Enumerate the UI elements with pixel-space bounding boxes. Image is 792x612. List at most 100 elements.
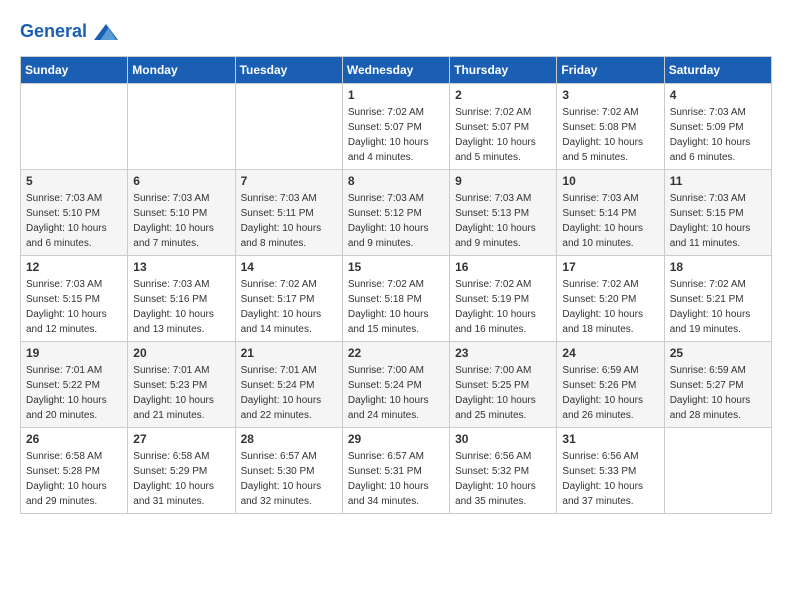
daylight-text: Daylight: 10 hours and 12 minutes.: [26, 307, 122, 337]
calendar-cell: 16Sunrise: 7:02 AMSunset: 5:19 PMDayligh…: [450, 256, 557, 342]
day-info: Sunrise: 7:02 AMSunset: 5:21 PMDaylight:…: [670, 277, 766, 337]
calendar-cell: 26Sunrise: 6:58 AMSunset: 5:28 PMDayligh…: [21, 428, 128, 514]
sunrise-text: Sunrise: 7:02 AM: [348, 105, 444, 120]
daylight-text: Daylight: 10 hours and 8 minutes.: [241, 221, 337, 251]
weekday-header-sunday: Sunday: [21, 57, 128, 84]
sunrise-text: Sunrise: 7:03 AM: [133, 191, 229, 206]
calendar-cell: 25 Sunrise: 6:59 AMSunset: 5:27 PMDayligh…: [664, 342, 771, 428]
sunrise-text: Sunrise: 6:59 AM: [670, 363, 766, 378]
sunset-text: Sunset: 5:13 PM: [455, 206, 551, 221]
day-info: Sunrise: 6:56 AMSunset: 5:33 PMDaylight:…: [562, 449, 658, 509]
sunrise-text: Sunrise: 7:02 AM: [348, 277, 444, 292]
day-info: Sunrise: 7:03 AMSunset: 5:15 PMDaylight:…: [670, 191, 766, 251]
day-info: Sunrise: 7:03 AMSunset: 5:12 PMDaylight:…: [348, 191, 444, 251]
weekday-header-monday: Monday: [128, 57, 235, 84]
calendar-cell: 18 Sunrise: 7:02 AMSunset: 5:21 PMDayligh…: [664, 256, 771, 342]
calendar-cell: 23Sunrise: 7:00 AMSunset: 5:25 PMDayligh…: [450, 342, 557, 428]
sunset-text: Sunset: 5:15 PM: [26, 292, 122, 307]
daylight-text: Daylight: 10 hours and 9 minutes.: [348, 221, 444, 251]
day-info: Sunrise: 6:56 AMSunset: 5:32 PMDaylight:…: [455, 449, 551, 509]
day-number: 21: [241, 346, 337, 360]
calendar-cell: 5Sunrise: 7:03 AMSunset: 5:10 PMDaylight…: [21, 170, 128, 256]
week-row-2: 5Sunrise: 7:03 AMSunset: 5:10 PMDaylight…: [21, 170, 772, 256]
daylight-text: Daylight: 10 hours and 16 minutes.: [455, 307, 551, 337]
sunrise-text: Sunrise: 7:01 AM: [26, 363, 122, 378]
day-number: 15: [348, 260, 444, 274]
calendar-cell: [21, 84, 128, 170]
day-number: 25: [670, 346, 766, 360]
day-number: 31: [562, 432, 658, 446]
daylight-text: Daylight: 10 hours and 5 minutes.: [562, 135, 658, 165]
day-number: 23: [455, 346, 551, 360]
day-info: Sunrise: 7:01 AMSunset: 5:24 PMDaylight:…: [241, 363, 337, 423]
sunrise-text: Sunrise: 7:03 AM: [133, 277, 229, 292]
sunset-text: Sunset: 5:21 PM: [670, 292, 766, 307]
daylight-text: Daylight: 10 hours and 6 minutes.: [26, 221, 122, 251]
day-info: Sunrise: 7:01 AMSunset: 5:23 PMDaylight:…: [133, 363, 229, 423]
calendar-cell: 11Sunrise: 7:03 AMSunset: 5:15 PMDayligh…: [664, 170, 771, 256]
sunrise-text: Sunrise: 7:02 AM: [562, 105, 658, 120]
calendar-cell: 4Sunrise: 7:03 AMSunset: 5:09 PMDaylight…: [664, 84, 771, 170]
sunrise-text: Sunrise: 7:01 AM: [133, 363, 229, 378]
sunrise-text: Sunrise: 7:02 AM: [670, 277, 766, 292]
sunset-text: Sunset: 5:11 PM: [241, 206, 337, 221]
day-info: Sunrise: 7:02 AMSunset: 5:20 PMDaylight:…: [562, 277, 658, 337]
day-number: 4: [670, 88, 766, 102]
daylight-text: Daylight: 10 hours and 10 minutes.: [562, 221, 658, 251]
day-info: Sunrise: 7:02 AMSunset: 5:08 PMDaylight:…: [562, 105, 658, 165]
calendar-cell: 22Sunrise: 7:00 AMSunset: 5:24 PMDayligh…: [342, 342, 449, 428]
calendar-cell: 12 Sunrise: 7:03 AMSunset: 5:15 PMDayligh…: [21, 256, 128, 342]
day-number: 24: [562, 346, 658, 360]
sunset-text: Sunset: 5:14 PM: [562, 206, 658, 221]
weekday-header-wednesday: Wednesday: [342, 57, 449, 84]
day-info: Sunrise: 7:03 AMSunset: 5:15 PMDaylight:…: [26, 277, 122, 337]
day-number: 5: [26, 174, 122, 188]
daylight-text: Daylight: 10 hours and 31 minutes.: [133, 479, 229, 509]
sunrise-text: Sunrise: 7:02 AM: [562, 277, 658, 292]
day-number: 18: [670, 260, 766, 274]
daylight-text: Daylight: 10 hours and 18 minutes.: [562, 307, 658, 337]
sunset-text: Sunset: 5:32 PM: [455, 464, 551, 479]
day-info: Sunrise: 6:59 AMSunset: 5:27 PMDaylight:…: [670, 363, 766, 423]
day-number: 14: [241, 260, 337, 274]
daylight-text: Daylight: 10 hours and 25 minutes.: [455, 393, 551, 423]
sunrise-text: Sunrise: 6:59 AM: [562, 363, 658, 378]
sunset-text: Sunset: 5:24 PM: [348, 378, 444, 393]
sunset-text: Sunset: 5:24 PM: [241, 378, 337, 393]
calendar-table: SundayMondayTuesdayWednesdayThursdayFrid…: [20, 56, 772, 514]
day-number: 12: [26, 260, 122, 274]
sunset-text: Sunset: 5:12 PM: [348, 206, 444, 221]
calendar-cell: [235, 84, 342, 170]
calendar-cell: 1Sunrise: 7:02 AMSunset: 5:07 PMDaylight…: [342, 84, 449, 170]
daylight-text: Daylight: 10 hours and 35 minutes.: [455, 479, 551, 509]
day-info: Sunrise: 7:01 AMSunset: 5:22 PMDaylight:…: [26, 363, 122, 423]
sunset-text: Sunset: 5:19 PM: [455, 292, 551, 307]
sunrise-text: Sunrise: 7:02 AM: [455, 277, 551, 292]
daylight-text: Daylight: 10 hours and 5 minutes.: [455, 135, 551, 165]
daylight-text: Daylight: 10 hours and 26 minutes.: [562, 393, 658, 423]
day-info: Sunrise: 6:57 AMSunset: 5:30 PMDaylight:…: [241, 449, 337, 509]
daylight-text: Daylight: 10 hours and 21 minutes.: [133, 393, 229, 423]
sunrise-text: Sunrise: 6:56 AM: [562, 449, 658, 464]
daylight-text: Daylight: 10 hours and 20 minutes.: [26, 393, 122, 423]
sunset-text: Sunset: 5:20 PM: [562, 292, 658, 307]
daylight-text: Daylight: 10 hours and 9 minutes.: [455, 221, 551, 251]
daylight-text: Daylight: 10 hours and 24 minutes.: [348, 393, 444, 423]
weekday-header-saturday: Saturday: [664, 57, 771, 84]
sunrise-text: Sunrise: 6:58 AM: [26, 449, 122, 464]
daylight-text: Daylight: 10 hours and 7 minutes.: [133, 221, 229, 251]
sunset-text: Sunset: 5:27 PM: [670, 378, 766, 393]
calendar-cell: 6Sunrise: 7:03 AMSunset: 5:10 PMDaylight…: [128, 170, 235, 256]
day-number: 10: [562, 174, 658, 188]
day-number: 1: [348, 88, 444, 102]
calendar-cell: 7Sunrise: 7:03 AMSunset: 5:11 PMDaylight…: [235, 170, 342, 256]
sunset-text: Sunset: 5:07 PM: [348, 120, 444, 135]
sunrise-text: Sunrise: 7:03 AM: [670, 105, 766, 120]
sunrise-text: Sunrise: 7:03 AM: [562, 191, 658, 206]
calendar-cell: 2Sunrise: 7:02 AMSunset: 5:07 PMDaylight…: [450, 84, 557, 170]
calendar-cell: 9Sunrise: 7:03 AMSunset: 5:13 PMDaylight…: [450, 170, 557, 256]
sunrise-text: Sunrise: 7:03 AM: [241, 191, 337, 206]
sunset-text: Sunset: 5:26 PM: [562, 378, 658, 393]
sunrise-text: Sunrise: 7:00 AM: [348, 363, 444, 378]
sunset-text: Sunset: 5:23 PM: [133, 378, 229, 393]
